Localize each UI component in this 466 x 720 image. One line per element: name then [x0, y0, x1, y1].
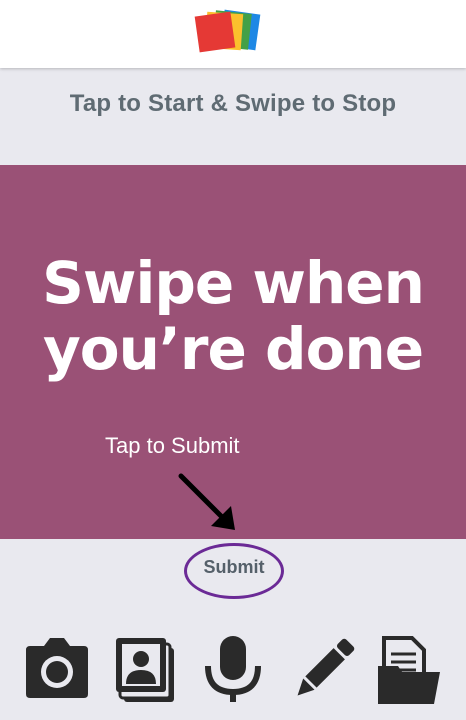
gallery-button[interactable]	[110, 632, 180, 708]
files-button[interactable]	[374, 632, 444, 708]
file-folder-icon	[378, 636, 440, 704]
microphone-button[interactable]	[198, 632, 268, 708]
microphone-icon	[205, 636, 261, 702]
app-logo-icon	[194, 9, 261, 53]
instruction-text: Tap to Start & Swipe to Stop	[69, 90, 397, 117]
app-screen: Tap to Start & Swipe to Stop Swipe when …	[0, 0, 466, 720]
camera-icon	[26, 638, 88, 698]
headline-line-1: Swipe when	[42, 249, 425, 317]
tap-to-submit-hint: Tap to Submit	[105, 433, 240, 458]
submit-button[interactable]: Submit	[184, 543, 284, 597]
arrow-down-right-icon	[178, 473, 235, 530]
swipe-panel[interactable]: Swipe when you’re done Tap to Submit	[0, 165, 466, 539]
bottom-toolbar	[0, 626, 466, 720]
submit-area: Submit	[184, 543, 284, 599]
headline-line-2: you’re done	[42, 315, 424, 383]
draw-button[interactable]	[288, 632, 358, 708]
photo-gallery-icon	[116, 638, 174, 702]
pencil-icon	[297, 638, 355, 696]
swipe-headline: Swipe when you’re done	[0, 250, 466, 382]
top-bar	[0, 0, 466, 68]
camera-button[interactable]	[22, 632, 92, 708]
